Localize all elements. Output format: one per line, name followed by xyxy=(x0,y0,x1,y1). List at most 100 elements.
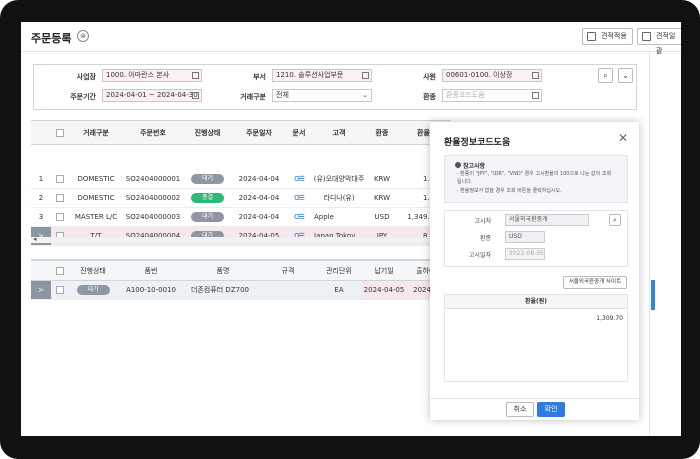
cell-status: 종결 xyxy=(185,189,230,207)
site-link-button[interactable]: 서울외국환중개 사이트 xyxy=(563,276,627,289)
export-icon xyxy=(642,32,651,41)
row-number: 1 xyxy=(38,175,44,183)
notice-line: · 환종이 "JPY", "IDR", "VND" 경우 고시환율의 100으로… xyxy=(457,171,612,177)
checkbox[interactable] xyxy=(56,266,64,275)
col-status[interactable]: 진행상태 xyxy=(71,261,115,280)
currency-field[interactable]: USD xyxy=(505,231,545,243)
checkbox[interactable] xyxy=(56,128,64,137)
currency-label: 환종 xyxy=(423,93,436,101)
period-field[interactable]: 2024-04-01 ~ 2024-04-30 xyxy=(102,89,202,102)
cancel-button[interactable]: 취소 xyxy=(506,402,534,417)
col-status[interactable]: 진행상태 xyxy=(185,121,230,144)
cell-doc[interactable]: O☰ xyxy=(288,189,310,207)
cell-status: 대기 xyxy=(185,208,230,226)
notice-box: 참고사항 · 환종이 "JPY", "IDR", "VND" 경우 고시환율의 … xyxy=(444,155,628,203)
cell-currency: KRW xyxy=(373,194,391,202)
cell-item-name: 더존컴퓨터 DZ700 xyxy=(191,286,249,294)
checkbox[interactable] xyxy=(56,213,64,221)
apply-quote-button[interactable]: 견적적용 xyxy=(582,28,633,45)
col-unit[interactable]: 관리단위 xyxy=(317,261,361,280)
cell-date: 2024-04-04 xyxy=(238,194,280,202)
order-grid: 거래구분 주문번호 진행상태 주문일자 문서 고객 환종 환율 1 DOMEST… xyxy=(31,120,451,246)
table-row[interactable]: 1 DOMESTIC SO2404000001 대기 2024-04-04 O☰… xyxy=(31,170,451,189)
dept-label: 부서 xyxy=(253,73,266,81)
row-checkbox[interactable] xyxy=(53,281,67,299)
cell-spec xyxy=(259,281,317,299)
row-checkbox[interactable] xyxy=(53,208,67,226)
employee-value: 00601-0100. 이상장 xyxy=(446,71,513,79)
dept-value: 1210. 솔루션사업부문 xyxy=(276,71,344,79)
employee-field[interactable]: 00601-0100. 이상장 xyxy=(442,69,542,82)
calendar-icon[interactable] xyxy=(192,92,199,99)
trade-value: 전체 xyxy=(276,91,289,99)
expand-icon[interactable]: ⌄ xyxy=(618,68,633,83)
code-help-icon[interactable] xyxy=(192,72,199,79)
col-item-no[interactable]: 품번 xyxy=(115,261,187,280)
cell-status: 대기 xyxy=(185,170,230,188)
col-date[interactable]: 주문일자 xyxy=(230,121,288,144)
company-field[interactable]: 1000. 아마란스 본사 xyxy=(102,69,202,82)
col-item-name[interactable]: 품명 xyxy=(187,261,259,280)
col-currency[interactable]: 환종 xyxy=(368,121,396,144)
close-icon[interactable]: ✕ xyxy=(618,131,628,145)
batch-quote-button[interactable]: 견적일괄 xyxy=(637,28,681,55)
trade-select[interactable]: 전체 ⌄ xyxy=(272,89,372,102)
select-all-checkbox[interactable] xyxy=(53,261,67,280)
device-frame: 주문등록 ⊜ 견적적용 견적일괄 사업장 1000. 아마란스 본사 부서 12… xyxy=(0,0,700,459)
select-all-checkbox[interactable] xyxy=(53,121,67,144)
document-list-icon[interactable]: O☰ xyxy=(294,175,305,183)
period-label: 주문기간 xyxy=(70,93,96,101)
table-row-selected[interactable]: > 대기 A100-10-0010 더존컴퓨터 DZ700 EA 2024-04… xyxy=(31,281,451,300)
exchange-rate-dialog: 환율정보코드도움 ✕ 참고사항 · 환종이 "JPY", "IDR", "VND… xyxy=(430,122,639,420)
code-help-icon[interactable] xyxy=(362,72,369,79)
date-label: 고시일자 xyxy=(468,252,491,259)
notice-line: 됩니다. xyxy=(457,179,473,185)
checkbox[interactable] xyxy=(56,194,64,202)
col-doc[interactable]: 문서 xyxy=(288,121,310,144)
currency-field[interactable]: 환종코드도움 xyxy=(442,89,542,102)
chevron-down-icon: ⌄ xyxy=(362,91,368,99)
table-row[interactable]: 3 MASTER L/C SO2404000003 대기 2024-04-04 … xyxy=(31,208,451,227)
status-badge: 대기 xyxy=(76,285,110,295)
col-due[interactable]: 납기일 xyxy=(361,261,407,280)
info-icon xyxy=(455,162,461,168)
checkbox[interactable] xyxy=(56,175,64,183)
checkbox[interactable] xyxy=(56,286,64,294)
dept-field[interactable]: 1210. 솔루션사업부문 xyxy=(272,69,372,82)
row-checkbox[interactable] xyxy=(53,170,67,188)
date-field[interactable]: 2022-08-05 xyxy=(505,248,545,260)
cell-order-no: SO2404000001 xyxy=(125,175,181,183)
cell-trade: MASTER L/C xyxy=(74,213,118,221)
cell-doc[interactable]: O☰ xyxy=(288,170,310,188)
side-panel-handle[interactable] xyxy=(651,280,655,310)
header-bar: 주문등록 ⊜ 견적적용 견적일괄 xyxy=(21,22,681,55)
scroll-left-icon[interactable]: ◂ xyxy=(33,235,37,243)
status-badge: 대기 xyxy=(191,212,224,222)
table-row[interactable]: 2 DOMESTIC SO2404000002 종결 2024-04-04 O☰… xyxy=(31,189,451,208)
dialog-title: 환율정보코드도움 xyxy=(444,138,511,148)
document-list-icon[interactable]: O☰ xyxy=(294,213,305,221)
right-panel-divider xyxy=(649,52,650,436)
employee-label: 사원 xyxy=(423,73,436,81)
document-list-icon[interactable]: O☰ xyxy=(294,194,305,202)
notice-line: · 환율정보가 없을 경우 조회 버튼을 클릭하십시오. xyxy=(457,188,562,194)
company-value: 1000. 아마란스 본사 xyxy=(106,71,170,79)
confirm-button[interactable]: 확인 xyxy=(537,402,565,417)
search-icon[interactable]: ⌕ xyxy=(598,68,613,83)
company-label: 사업장 xyxy=(76,73,96,81)
notifier-field[interactable]: 서울외국환중개 xyxy=(505,214,589,226)
col-order-no[interactable]: 주문번호 xyxy=(121,121,185,144)
bookmark-icon[interactable]: ⊜ xyxy=(77,30,89,42)
cell-trade: DOMESTIC xyxy=(77,175,115,183)
col-customer[interactable]: 고객 xyxy=(310,121,368,144)
cell-doc[interactable]: O☰ xyxy=(288,208,310,226)
rate-value[interactable]: 1,309.70 xyxy=(596,315,623,322)
col-trade[interactable]: 거래구분 xyxy=(71,121,121,144)
horizontal-scrollbar[interactable]: ◂ xyxy=(31,235,451,243)
row-checkbox[interactable] xyxy=(53,189,67,207)
code-help-icon[interactable] xyxy=(532,92,539,99)
search-icon[interactable]: ⌕ xyxy=(609,214,621,226)
code-help-icon[interactable] xyxy=(532,72,539,79)
cell-customer: 라디나(유) xyxy=(323,194,355,202)
col-spec[interactable]: 규격 xyxy=(259,261,317,280)
